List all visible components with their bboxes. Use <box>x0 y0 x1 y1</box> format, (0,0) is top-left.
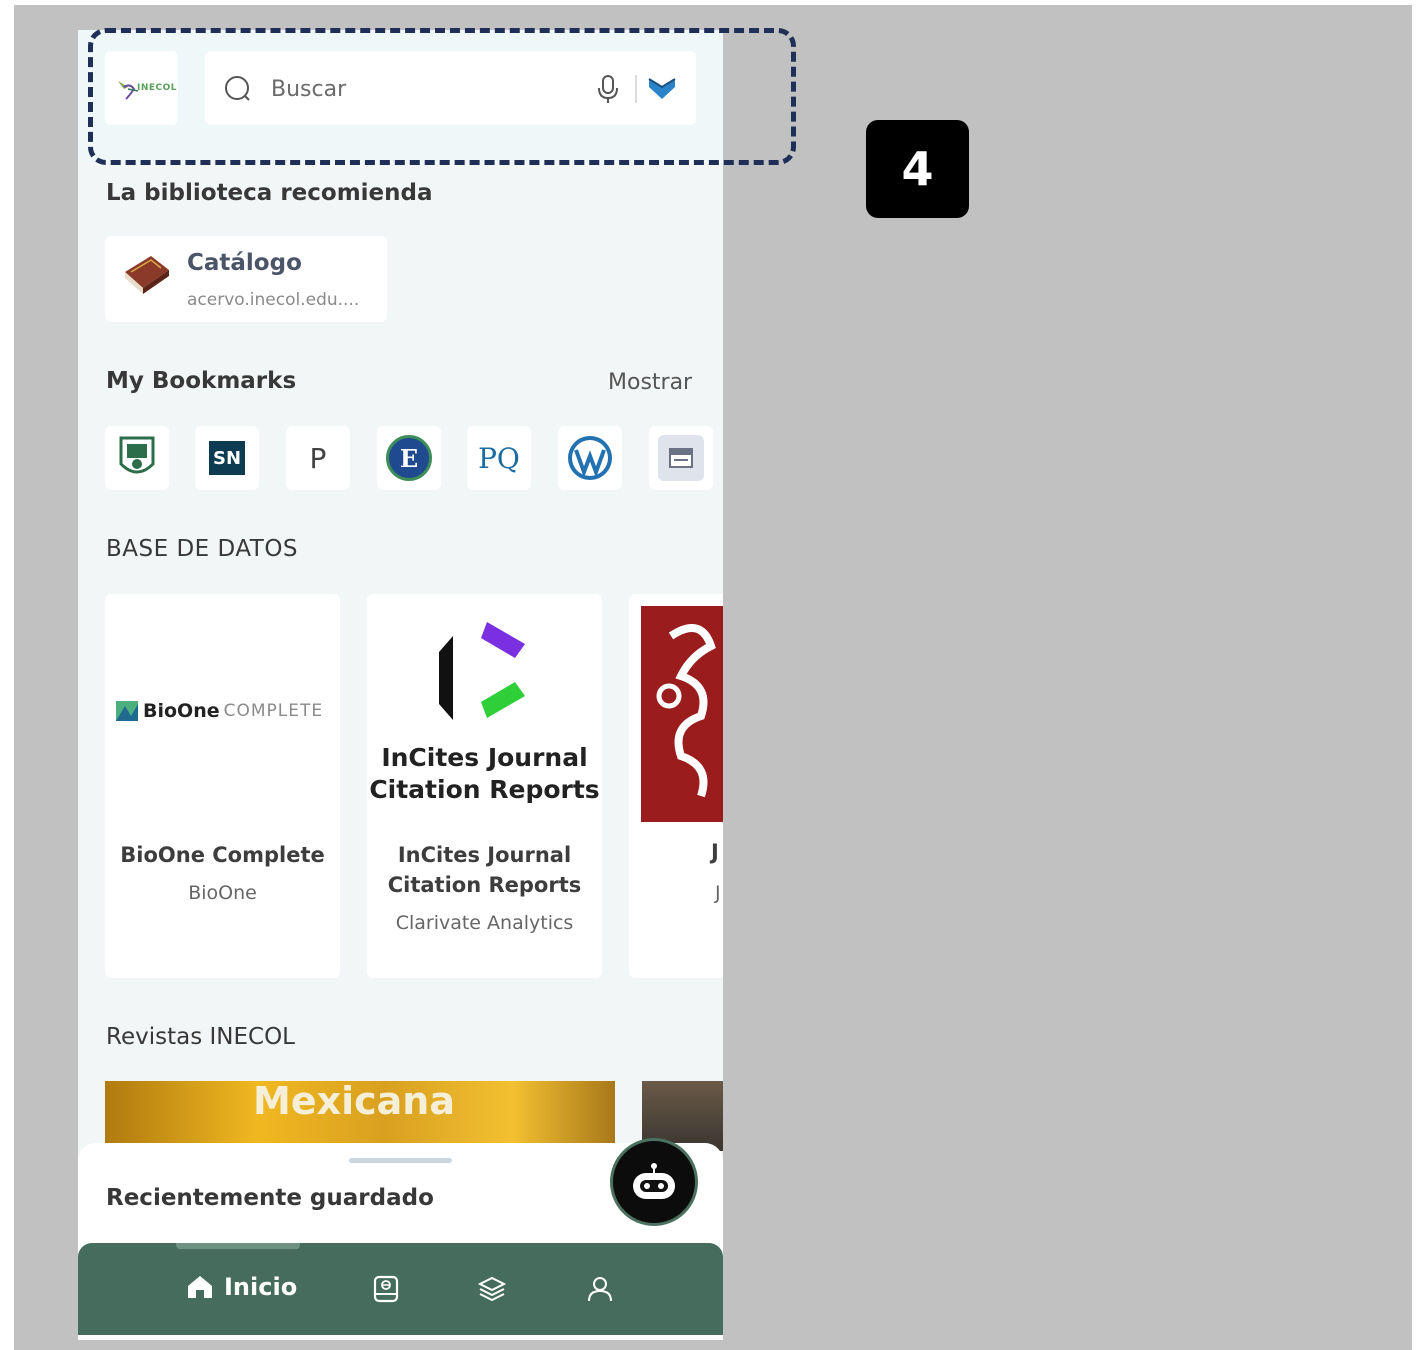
journal-banner-text: Mexicana <box>253 1081 455 1123</box>
calendar-icon <box>669 448 693 468</box>
robot-icon <box>633 1163 675 1199</box>
database-name: J <box>711 840 719 864</box>
database-card-bioone[interactable]: BioOne COMPLETE BioOne Complete BioOne <box>105 594 340 978</box>
databases-section-title: BASE DE DATOS <box>106 536 299 562</box>
bookmark-springer-nature[interactable]: SN <box>195 426 259 490</box>
bookmark-proquest[interactable]: PQ <box>467 426 531 490</box>
home-icon <box>188 1276 212 1298</box>
database-name: BioOne Complete <box>120 843 325 867</box>
layers-icon[interactable] <box>478 1275 506 1303</box>
database-provider: J <box>715 882 721 904</box>
ebook-icon[interactable] <box>372 1275 400 1303</box>
proquest-icon: PQ <box>478 441 520 475</box>
springer-nature-icon: SN <box>209 441 245 475</box>
e-circle-icon: E <box>386 435 432 481</box>
catalog-title: Catálogo <box>187 250 302 276</box>
search-area-highlight <box>88 28 796 165</box>
clarivate-logo-icon <box>439 622 525 720</box>
nav-home-label: Inicio <box>224 1273 298 1301</box>
book-icon <box>125 256 169 294</box>
database-provider: BioOne <box>188 882 257 904</box>
bookmark-inecol-seal[interactable] <box>105 426 169 490</box>
bookmark-wordpress[interactable] <box>558 426 622 490</box>
profile-icon[interactable] <box>586 1275 614 1303</box>
database-name: InCites Journal Citation Reports <box>387 843 582 897</box>
bioone-logo: BioOne COMPLETE <box>115 700 323 722</box>
phone-screen: INECOL La biblioteca recomienda <box>78 30 723 1340</box>
inecol-seal-icon <box>119 436 155 474</box>
bookmark-p[interactable]: P <box>286 426 350 490</box>
calendar-icon-tile <box>658 435 704 481</box>
bookmarks-section-title: My Bookmarks <box>106 368 297 394</box>
recommend-section-title: La biblioteca recomienda <box>106 180 433 206</box>
nav-home[interactable]: Inicio <box>186 1273 297 1301</box>
incites-logo-text: InCites Journal Citation Reports <box>369 743 600 804</box>
database-card-jstor[interactable]: J J <box>629 594 723 978</box>
show-bookmarks-link[interactable]: Mostrar <box>608 370 692 395</box>
bookmark-calendar[interactable] <box>649 426 713 490</box>
database-provider: Clarivate Analytics <box>395 912 574 934</box>
wordpress-icon <box>568 436 612 480</box>
bottom-navigation: Inicio <box>78 1243 723 1335</box>
database-card-incites[interactable]: InCites Journal Citation Reports InCites… <box>367 594 602 978</box>
p-letter-icon: P <box>309 441 327 475</box>
bookmark-e[interactable]: E <box>377 426 441 490</box>
step-number-badge: 4 <box>866 120 969 218</box>
sheet-drag-handle[interactable] <box>349 1158 452 1163</box>
chatbot-button[interactable] <box>610 1138 698 1226</box>
catalog-card[interactable]: Catálogo acervo.inecol.edu.... <box>105 236 387 322</box>
nav-active-indicator <box>176 1243 300 1249</box>
jstor-logo-icon <box>641 606 723 822</box>
recently-saved-title: Recientemente guardado <box>106 1185 434 1211</box>
journal-cover-mexicana[interactable]: Mexicana <box>105 1081 615 1151</box>
bioone-leaf-icon <box>116 701 138 721</box>
journals-section-title: Revistas INECOL <box>106 1024 295 1050</box>
catalog-url: acervo.inecol.edu.... <box>187 290 360 310</box>
